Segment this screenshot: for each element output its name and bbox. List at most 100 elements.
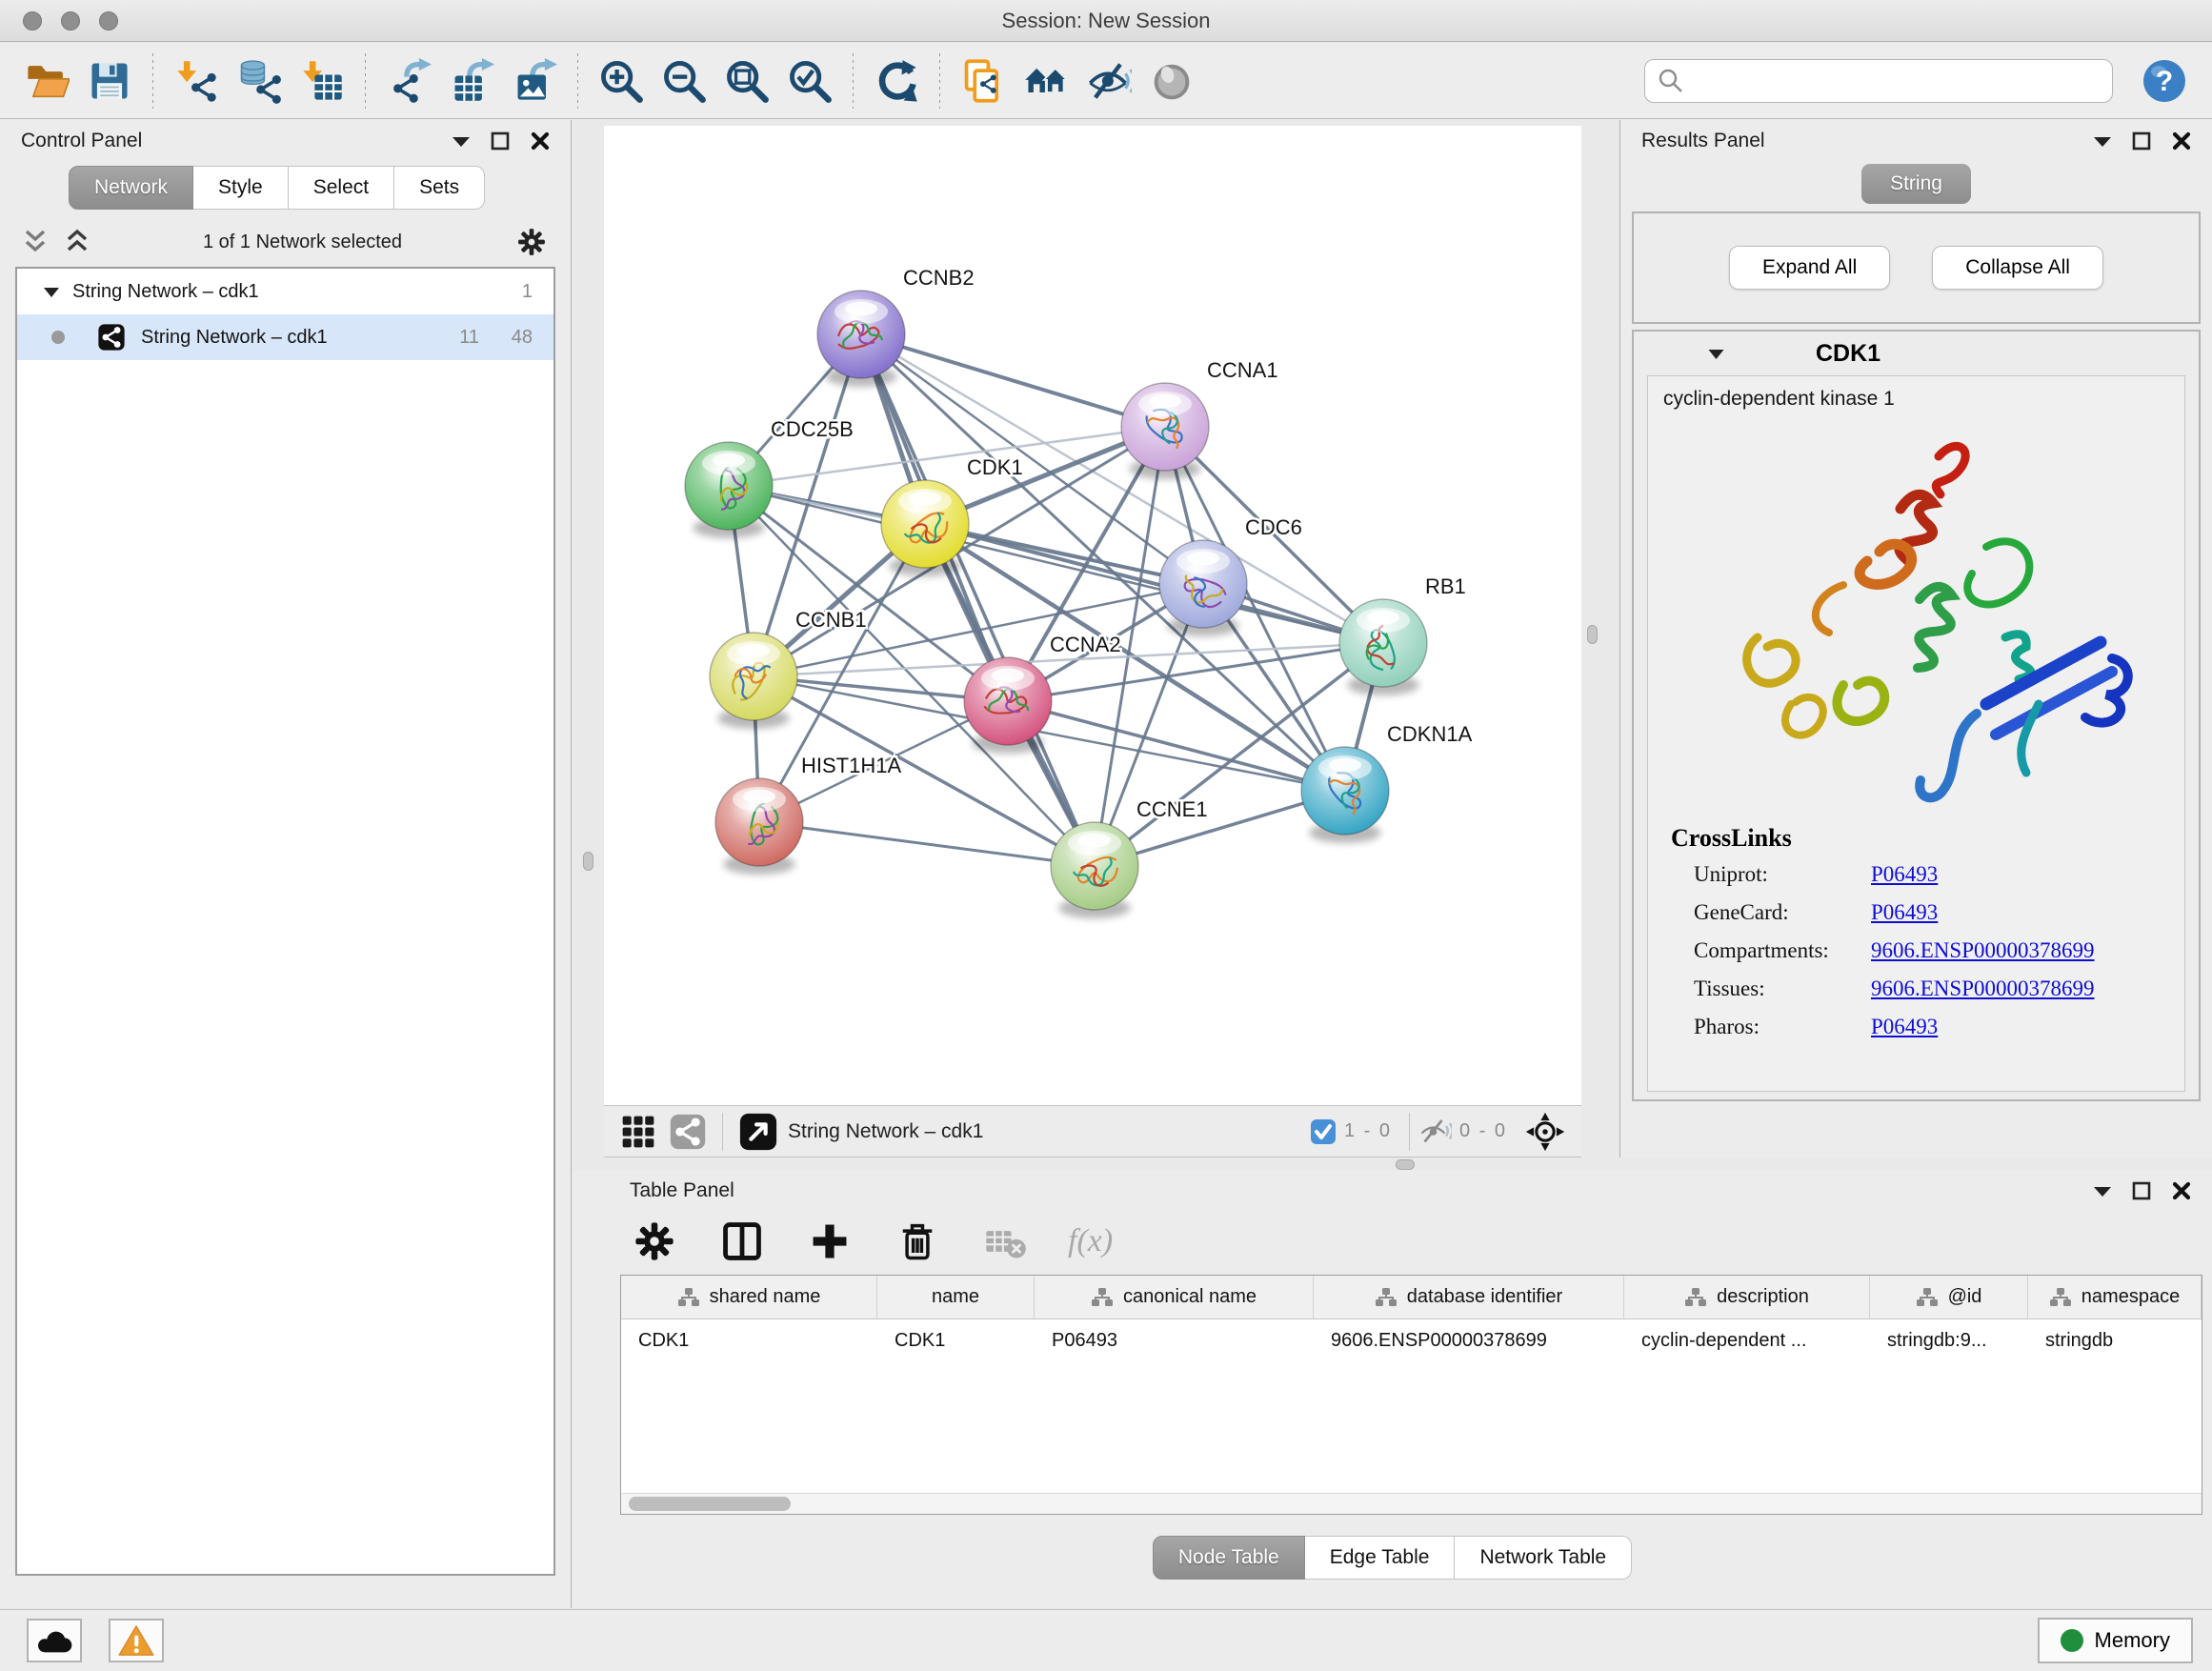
- cell-canonical-name[interactable]: P06493: [1035, 1330, 1314, 1352]
- delete-column-button[interactable]: [893, 1217, 942, 1266]
- help-button[interactable]: ?: [2142, 58, 2187, 104]
- column-header--id[interactable]: @id: [1870, 1276, 2028, 1319]
- status-bar: Memory: [0, 1609, 2212, 1671]
- bottom-splitter-handle[interactable]: [1396, 1159, 1415, 1170]
- network-row-selected[interactable]: String Network – cdk1 11 48: [17, 314, 553, 360]
- import-network-button[interactable]: [171, 56, 221, 106]
- column-header-name[interactable]: name: [877, 1276, 1035, 1319]
- node-RB1[interactable]: RB1: [1339, 574, 1466, 695]
- left-splitter-handle[interactable]: [583, 852, 593, 871]
- tab-sets[interactable]: Sets: [394, 166, 485, 210]
- node-CDK1[interactable]: CDK1: [881, 455, 1023, 576]
- copy-network-button[interactable]: [958, 56, 1008, 106]
- node-CDC25B[interactable]: CDC25B: [685, 417, 854, 538]
- panel-float-icon[interactable]: [491, 131, 510, 151]
- scrollbar-thumb[interactable]: [629, 1497, 791, 1511]
- network-collection-row[interactable]: String Network – cdk1 1: [17, 269, 553, 314]
- column-header-canonical-name[interactable]: canonical name: [1035, 1276, 1314, 1319]
- export-network-button[interactable]: [384, 56, 433, 106]
- cell-namespace[interactable]: stringdb: [2028, 1330, 2202, 1352]
- tab-node-table[interactable]: Node Table: [1153, 1536, 1305, 1580]
- hide-eye-button[interactable]: [1084, 56, 1134, 106]
- right-splitter-handle[interactable]: [1587, 625, 1598, 644]
- export-image-button[interactable]: [510, 56, 559, 106]
- open-in-new-icon[interactable]: [738, 1112, 778, 1152]
- import-table-button[interactable]: [297, 56, 347, 106]
- crosslink-link[interactable]: 9606.ENSP00000378699: [1871, 976, 2095, 1001]
- panel-float-icon[interactable]: [2132, 131, 2151, 151]
- zoom-selected-button[interactable]: [785, 56, 835, 106]
- gear-icon[interactable]: [515, 226, 548, 258]
- neighbors-houses-button[interactable]: [1021, 56, 1071, 106]
- panel-close-icon[interactable]: [531, 131, 550, 151]
- column-header-description[interactable]: description: [1624, 1276, 1870, 1319]
- panel-collapse-icon[interactable]: [452, 135, 470, 147]
- table-horizontal-scrollbar[interactable]: [621, 1493, 2202, 1514]
- selected-checkbox-icon[interactable]: [1310, 1118, 1337, 1145]
- expand-all-icon[interactable]: [65, 228, 90, 256]
- export-table-button[interactable]: [447, 56, 496, 106]
- tab-network-table[interactable]: Network Table: [1455, 1536, 1632, 1580]
- column-header-database-identifier[interactable]: database identifier: [1314, 1276, 1624, 1319]
- cell-name[interactable]: CDK1: [877, 1330, 1035, 1352]
- edge-CDK1-RB1[interactable]: [925, 524, 1383, 643]
- search-input[interactable]: [1685, 70, 2095, 91]
- tree-expander-icon[interactable]: [44, 287, 59, 297]
- edge-HIST1H1A-CCNE1[interactable]: [759, 822, 1095, 866]
- node-CCNE1[interactable]: CCNE1: [1051, 797, 1208, 918]
- cloud-button[interactable]: [27, 1619, 82, 1662]
- network-view-share-icon[interactable]: [669, 1113, 707, 1151]
- crosslink-link[interactable]: P06493: [1871, 1015, 1938, 1039]
- tab-select[interactable]: Select: [289, 166, 394, 210]
- tab-string[interactable]: String: [1861, 164, 1971, 204]
- zoom-in-button[interactable]: [596, 56, 646, 106]
- edge-CCNB2-CCNA1[interactable]: [861, 334, 1165, 427]
- gene-section-header[interactable]: CDK1: [1634, 332, 2199, 375]
- panel-float-icon[interactable]: [2132, 1181, 2151, 1200]
- cell--id[interactable]: stringdb:9...: [1870, 1330, 2028, 1352]
- expand-all-button[interactable]: Expand All: [1729, 246, 1890, 290]
- warnings-button[interactable]: [109, 1619, 164, 1662]
- show-orb-button[interactable]: [1147, 56, 1196, 106]
- crosslink-link[interactable]: P06493: [1871, 900, 1938, 925]
- grid-mode-icon[interactable]: [619, 1113, 657, 1151]
- node-CDKN1A[interactable]: CDKN1A: [1301, 722, 1473, 843]
- panel-close-icon[interactable]: [2172, 1181, 2191, 1200]
- toolbar-separator: [152, 53, 153, 109]
- collapse-all-button[interactable]: Collapse All: [1932, 246, 2103, 290]
- tab-edge-table[interactable]: Edge Table: [1305, 1536, 1456, 1580]
- gene-expander-icon[interactable]: [1708, 349, 1724, 359]
- table-row[interactable]: CDK1CDK1P064939606.ENSP00000378699cyclin…: [621, 1319, 2202, 1361]
- panel-collapse-icon[interactable]: [2094, 1185, 2111, 1197]
- collapse-all-icon[interactable]: [23, 228, 48, 256]
- tab-network[interactable]: Network: [69, 166, 193, 210]
- zoom-fit-button[interactable]: [722, 56, 772, 106]
- panel-close-icon[interactable]: [2172, 131, 2191, 151]
- delete-table-button[interactable]: [980, 1217, 1030, 1266]
- memory-button[interactable]: Memory: [2038, 1618, 2193, 1663]
- cell-description[interactable]: cyclin-dependent ...: [1624, 1330, 1870, 1352]
- show-columns-button[interactable]: [717, 1217, 767, 1266]
- table-settings-button[interactable]: [630, 1217, 679, 1266]
- crosslink-link[interactable]: 9606.ENSP00000378699: [1871, 938, 2095, 963]
- panel-collapse-icon[interactable]: [2094, 135, 2111, 147]
- zoom-out-button[interactable]: [659, 56, 709, 106]
- refresh-button[interactable]: [872, 56, 921, 106]
- string-network-graph[interactable]: CCNB2 CCNA1 CDC25B CDK1 CDC6: [604, 126, 1581, 1105]
- tab-style[interactable]: Style: [193, 166, 289, 210]
- column-header-namespace[interactable]: namespace: [2028, 1276, 2202, 1319]
- cell-shared-name[interactable]: CDK1: [621, 1330, 877, 1352]
- search-box[interactable]: [1644, 59, 2113, 103]
- column-header-shared-name[interactable]: shared name: [621, 1276, 877, 1319]
- crosslink-link[interactable]: P06493: [1871, 862, 1938, 887]
- node-HIST1H1A[interactable]: HIST1H1A: [715, 754, 901, 875]
- edge-CCNB2-CCNE1[interactable]: [861, 334, 1095, 866]
- birdseye-crosshair-icon[interactable]: [1524, 1111, 1566, 1153]
- network-canvas[interactable]: CCNB2 CCNA1 CDC25B CDK1 CDC6: [604, 126, 1581, 1105]
- import-database-button[interactable]: [234, 56, 284, 106]
- cell-database-identifier[interactable]: 9606.ENSP00000378699: [1314, 1330, 1624, 1352]
- node-CCNB1[interactable]: CCNB1: [710, 608, 867, 729]
- add-column-button[interactable]: [805, 1217, 855, 1266]
- open-folder-button[interactable]: [22, 56, 71, 106]
- save-button[interactable]: [85, 56, 134, 106]
